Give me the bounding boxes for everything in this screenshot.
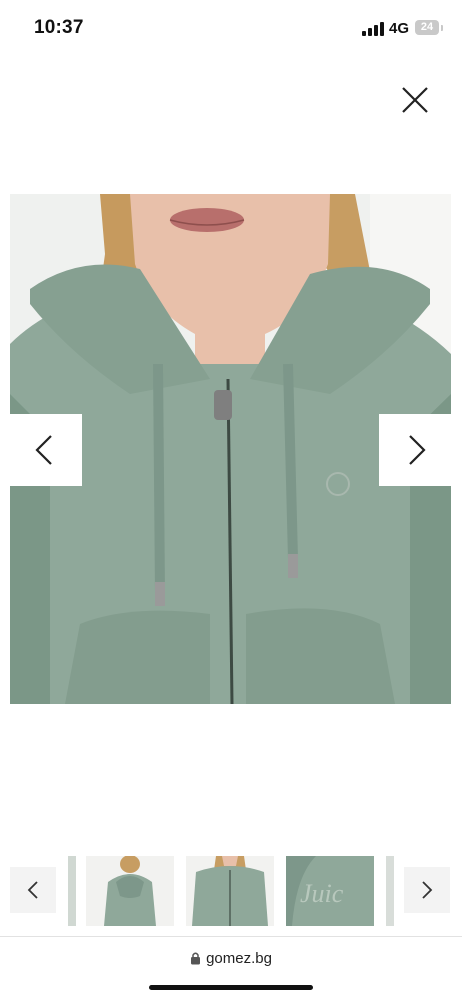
network-type: 4G xyxy=(389,20,410,37)
next-image-button[interactable] xyxy=(379,414,451,486)
thumbnail-front-image xyxy=(186,856,274,926)
thumbnail-logo-text: Juic xyxy=(300,879,344,908)
battery-level: 24 xyxy=(420,21,434,33)
thumbnail-strip: Juic xyxy=(0,850,462,930)
battery-icon: 24 xyxy=(415,20,439,35)
thumbnail-back-view[interactable] xyxy=(86,856,174,926)
url-text: gomez.bg xyxy=(206,950,272,967)
battery-cap xyxy=(441,25,443,31)
thumbnail-partial-image xyxy=(68,856,76,926)
thumbnail-back-image xyxy=(86,856,174,926)
url-display[interactable]: gomez.bg xyxy=(0,950,462,967)
chevron-right-icon xyxy=(409,435,426,465)
close-icon xyxy=(402,87,428,113)
thumbnail-prev-button[interactable] xyxy=(10,867,56,913)
thumbnail-logo-image: Juic xyxy=(286,856,374,926)
signal-icon xyxy=(362,22,384,36)
chevron-left-icon xyxy=(27,881,38,899)
thumbnail-front-view[interactable] xyxy=(186,856,274,926)
chevron-right-icon xyxy=(422,881,433,899)
thumbnail-partial-right[interactable] xyxy=(386,856,394,926)
divider xyxy=(0,936,462,937)
chevron-left-icon xyxy=(35,435,52,465)
lock-icon xyxy=(191,952,201,965)
status-time: 10:37 xyxy=(34,17,84,38)
browser-url-bar[interactable]: gomez.bg xyxy=(0,940,462,984)
status-bar: 10:37 4G 24 xyxy=(0,0,462,56)
close-button[interactable] xyxy=(398,83,432,117)
previous-image-button[interactable] xyxy=(10,414,82,486)
thumbnail-back-logo[interactable]: Juic xyxy=(286,856,374,926)
home-indicator[interactable] xyxy=(149,985,313,990)
thumbnail-partial-right-image xyxy=(386,856,394,926)
thumbnail-next-button[interactable] xyxy=(404,867,450,913)
thumbnail-partial[interactable] xyxy=(68,856,76,926)
